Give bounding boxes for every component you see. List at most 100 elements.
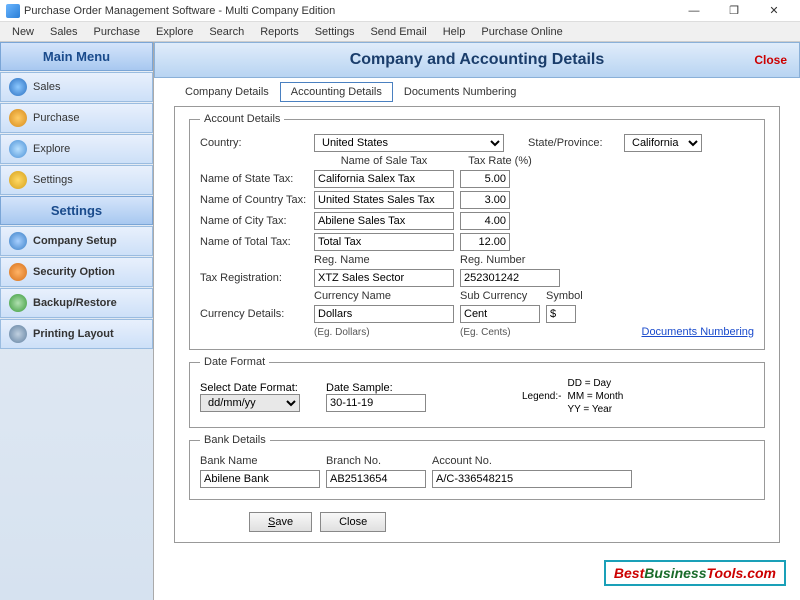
country-tax-rate-input[interactable]: [460, 191, 510, 209]
country-tax-name-input[interactable]: [314, 191, 454, 209]
country-label: Country:: [200, 137, 308, 149]
currency-label: Currency Details:: [200, 308, 308, 320]
menu-sendemail[interactable]: Send Email: [362, 24, 434, 40]
explore-icon: [9, 140, 27, 158]
branch-input[interactable]: [326, 470, 426, 488]
currency-name-input[interactable]: [314, 305, 454, 323]
state-select[interactable]: California: [624, 134, 702, 152]
tab-documents-numbering[interactable]: Documents Numbering: [393, 82, 528, 102]
total-tax-rate-input[interactable]: [460, 233, 510, 251]
purchase-icon: [9, 109, 27, 127]
account-details-fieldset: Account Details Country: United States S…: [189, 113, 765, 350]
account-legend: Account Details: [200, 113, 284, 125]
company-icon: [9, 232, 27, 250]
sidebar-item-label: Purchase: [33, 112, 79, 124]
sidebar-item-label: Security Option: [33, 266, 115, 278]
titlebar: Purchase Order Management Software - Mul…: [0, 0, 800, 22]
sidebar-item-settings[interactable]: Settings: [0, 165, 153, 195]
branch-header: Branch No.: [326, 455, 426, 467]
app-icon: [6, 4, 20, 18]
menu-search[interactable]: Search: [201, 24, 252, 40]
watermark: BestBusinessTools.com: [604, 560, 786, 586]
backup-icon: [9, 294, 27, 312]
eg-dollars: (Eg. Dollars): [314, 327, 454, 338]
menu-settings[interactable]: Settings: [307, 24, 363, 40]
state-tax-name-input[interactable]: [314, 170, 454, 188]
symbol-input[interactable]: [546, 305, 576, 323]
menu-new[interactable]: New: [4, 24, 42, 40]
menu-reports[interactable]: Reports: [252, 24, 307, 40]
menu-purchase[interactable]: Purchase: [86, 24, 148, 40]
menu-explore[interactable]: Explore: [148, 24, 201, 40]
settings-icon: [9, 171, 27, 189]
watermark-tools: Tools.com: [707, 565, 777, 581]
sub-currency-input[interactable]: [460, 305, 540, 323]
sidebar-item-explore[interactable]: Explore: [0, 134, 153, 164]
total-tax-label: Name of Total Tax:: [200, 236, 308, 248]
menu-purchaseonline[interactable]: Purchase Online: [473, 24, 570, 40]
tab-accounting-details[interactable]: Accounting Details: [280, 82, 393, 102]
state-label: State/Province:: [528, 137, 618, 149]
sidebar-item-label: Settings: [33, 174, 73, 186]
menu-help[interactable]: Help: [435, 24, 474, 40]
minimize-button[interactable]: —: [674, 1, 714, 21]
state-tax-label: Name of State Tax:: [200, 173, 308, 185]
date-format-select[interactable]: dd/mm/yy: [200, 394, 300, 412]
sidebar-item-company-setup[interactable]: Company Setup: [0, 226, 153, 256]
menubar: New Sales Purchase Explore Search Report…: [0, 22, 800, 42]
city-tax-label: Name of City Tax:: [200, 215, 308, 227]
sidebar-item-security[interactable]: Security Option: [0, 257, 153, 287]
sales-icon: [9, 78, 27, 96]
date-sample-input[interactable]: [326, 394, 426, 412]
total-tax-name-input[interactable]: [314, 233, 454, 251]
security-icon: [9, 263, 27, 281]
watermark-business: Business: [644, 565, 706, 581]
menu-sales[interactable]: Sales: [42, 24, 86, 40]
close-button-bottom[interactable]: Close: [320, 512, 386, 532]
titlebar-text: Purchase Order Management Software - Mul…: [24, 5, 674, 17]
account-header: Account No.: [432, 455, 612, 467]
currency-name-header: Currency Name: [314, 290, 454, 302]
bank-name-input[interactable]: [200, 470, 320, 488]
maximize-button[interactable]: ❐: [714, 1, 754, 21]
window-controls: — ❐ ✕: [674, 1, 794, 21]
select-date-label: Select Date Format:: [200, 382, 320, 394]
sidebar-item-purchase[interactable]: Purchase: [0, 103, 153, 133]
legend-yy: YY = Year: [567, 403, 623, 416]
date-format-fieldset: Date Format Select Date Format: dd/mm/yy…: [189, 356, 765, 428]
tax-reg-number-input[interactable]: [460, 269, 560, 287]
save-button[interactable]: Save: [249, 512, 312, 532]
date-sample-label: Date Sample:: [326, 382, 456, 394]
reg-name-header: Reg. Name: [314, 254, 454, 266]
sidebar-item-label: Backup/Restore: [33, 297, 117, 309]
sidebar-item-backup[interactable]: Backup/Restore: [0, 288, 153, 318]
sidebar-item-label: Sales: [33, 81, 61, 93]
tab-company-details[interactable]: Company Details: [174, 82, 280, 102]
country-tax-label: Name of Country Tax:: [200, 194, 308, 206]
sidebar: Main Menu Sales Purchase Explore Setting…: [0, 42, 154, 600]
documents-numbering-link[interactable]: Documents Numbering: [642, 326, 755, 338]
state-tax-rate-input[interactable]: [460, 170, 510, 188]
tax-reg-name-input[interactable]: [314, 269, 454, 287]
sidebar-settings-header: Settings: [0, 196, 153, 225]
sidebar-main-header: Main Menu: [0, 42, 153, 71]
sidebar-item-printing[interactable]: Printing Layout: [0, 319, 153, 349]
tax-rate-header: Tax Rate (%): [460, 155, 540, 167]
print-icon: [9, 325, 27, 343]
country-select[interactable]: United States: [314, 134, 504, 152]
legend-dd: DD = Day: [567, 377, 623, 390]
close-link[interactable]: Close: [754, 53, 787, 67]
sidebar-item-label: Printing Layout: [33, 328, 114, 340]
sidebar-item-sales[interactable]: Sales: [0, 72, 153, 102]
bank-details-fieldset: Bank Details Bank Name Branch No. Accoun…: [189, 434, 765, 500]
close-button[interactable]: ✕: [754, 1, 794, 21]
city-tax-rate-input[interactable]: [460, 212, 510, 230]
sidebar-item-label: Company Setup: [33, 235, 117, 247]
city-tax-name-input[interactable]: [314, 212, 454, 230]
sale-tax-header: Name of Sale Tax: [314, 155, 454, 167]
reg-number-header: Reg. Number: [460, 254, 560, 266]
symbol-header: Symbol: [546, 290, 596, 302]
bank-legend: Bank Details: [200, 434, 270, 446]
account-input[interactable]: [432, 470, 632, 488]
sidebar-item-label: Explore: [33, 143, 70, 155]
